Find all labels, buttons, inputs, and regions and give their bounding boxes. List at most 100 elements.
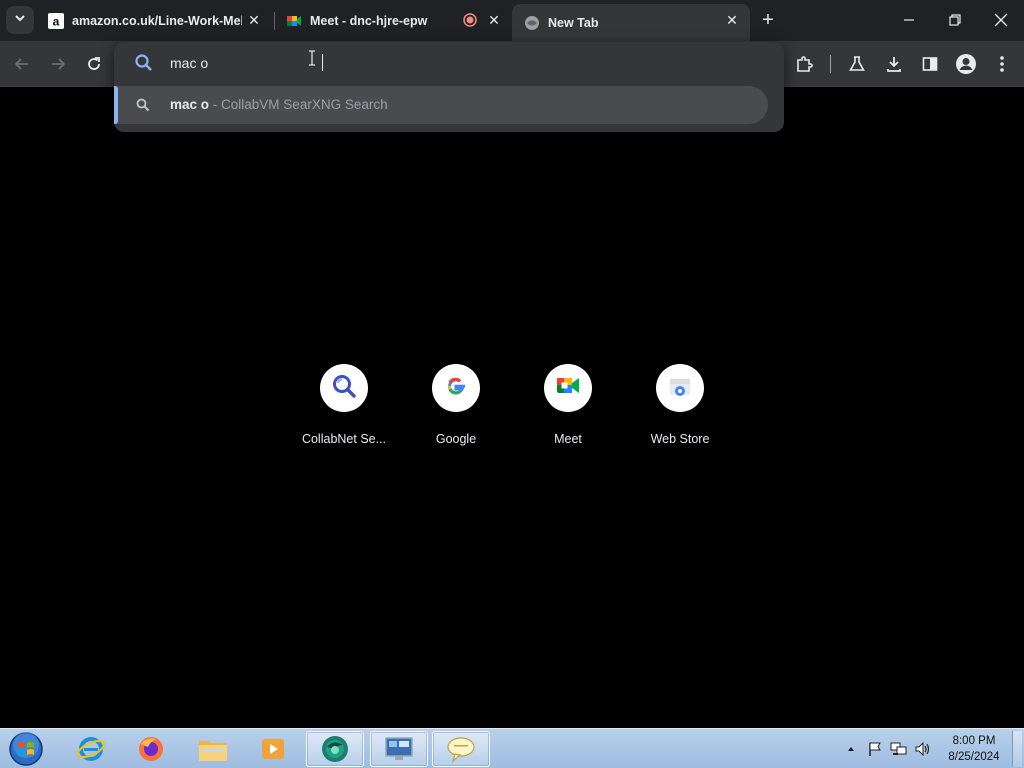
taskbar: 8:00 PM 8/25/2024 bbox=[0, 728, 1024, 768]
omnibox-suggestion[interactable]: mac o - CollabVM SearXNG Search bbox=[114, 86, 768, 124]
taskbar-clock[interactable]: 8:00 PM 8/25/2024 bbox=[940, 733, 1008, 765]
omnibox-dropdown: mac o - CollabVM SearXNG Search bbox=[114, 42, 784, 132]
webstore-icon bbox=[668, 375, 692, 402]
more-vert-icon bbox=[1000, 56, 1004, 72]
shortcut-label: Meet bbox=[554, 432, 582, 446]
start-button[interactable] bbox=[6, 730, 46, 768]
chrome-icon bbox=[322, 736, 348, 762]
labs-button[interactable] bbox=[843, 50, 871, 78]
folder-icon bbox=[199, 741, 227, 761]
selection-indicator bbox=[114, 86, 118, 124]
extensions-button[interactable] bbox=[790, 50, 818, 78]
taskbar-firefox[interactable] bbox=[122, 731, 180, 767]
tab-separator bbox=[274, 12, 275, 30]
shortcut-tile bbox=[656, 364, 704, 412]
shortcut-tile bbox=[432, 364, 480, 412]
address-bar-input[interactable] bbox=[170, 53, 730, 73]
tray-expand-button[interactable] bbox=[842, 740, 860, 758]
reload-icon bbox=[88, 57, 100, 70]
shortcuts-grid: CollabNet Se... Google Meet Web Store bbox=[0, 360, 1024, 460]
system-tray bbox=[842, 729, 938, 768]
shortcut-meet[interactable]: Meet bbox=[512, 360, 624, 456]
puzzle-icon bbox=[797, 56, 813, 72]
tab-meet[interactable]: Meet - dnc-hjre-epw ✕ bbox=[278, 0, 508, 41]
arrow-left-icon bbox=[14, 58, 28, 70]
shortcut-tile bbox=[320, 364, 368, 412]
close-icon bbox=[994, 13, 1008, 27]
internet-explorer-icon bbox=[77, 737, 105, 761]
forward-button[interactable] bbox=[44, 50, 72, 78]
close-window-button[interactable] bbox=[978, 0, 1024, 40]
minimize-button[interactable] bbox=[886, 0, 932, 40]
tab-amazon[interactable]: a amazon.co.uk/Line-Work-Melv ✕ bbox=[40, 0, 272, 41]
side-panel-button[interactable] bbox=[916, 50, 944, 78]
taskbar-chrome[interactable] bbox=[306, 731, 364, 767]
search-icon bbox=[136, 98, 150, 112]
windows-logo-icon bbox=[9, 732, 43, 766]
avatar-icon bbox=[956, 54, 976, 74]
arrow-right-icon bbox=[52, 58, 66, 70]
firefox-icon bbox=[139, 737, 163, 761]
globe-icon bbox=[524, 15, 540, 31]
shortcut-collabnet[interactable]: CollabNet Se... bbox=[288, 360, 400, 456]
minimize-icon bbox=[904, 19, 914, 21]
taskbar-media-player[interactable] bbox=[244, 731, 302, 767]
search-icon bbox=[331, 373, 357, 404]
tab-close-button[interactable]: ✕ bbox=[486, 12, 502, 28]
omnibox[interactable] bbox=[114, 42, 784, 84]
volume-button[interactable] bbox=[914, 740, 932, 758]
plus-icon: + bbox=[762, 8, 774, 31]
suggestion-engine: CollabVM SearXNG Search bbox=[221, 97, 388, 112]
tab-new-tab[interactable]: New Tab ✕ bbox=[512, 4, 750, 41]
action-center-button[interactable] bbox=[866, 740, 884, 758]
tab-title: New Tab bbox=[548, 15, 599, 30]
suggestion-separator: - bbox=[209, 97, 222, 112]
downloads-button[interactable] bbox=[880, 50, 908, 78]
toolbar-separator bbox=[830, 55, 831, 73]
chevron-up-icon bbox=[848, 747, 854, 751]
tab-title: amazon.co.uk/Line-Work-Melv bbox=[72, 13, 242, 28]
tab-close-button[interactable]: ✕ bbox=[724, 12, 740, 28]
taskbar-remote-desktop[interactable] bbox=[370, 731, 428, 767]
browser-window: a amazon.co.uk/Line-Work-Melv ✕ Meet - d… bbox=[0, 0, 1024, 768]
download-icon bbox=[887, 57, 901, 72]
new-tab-button[interactable]: + bbox=[756, 8, 780, 32]
taskbar-internet-explorer[interactable] bbox=[62, 731, 120, 767]
flag-icon bbox=[869, 742, 881, 756]
shortcut-google[interactable]: Google bbox=[400, 360, 512, 456]
monitor-icon bbox=[385, 737, 413, 760]
side-panel-icon bbox=[922, 57, 938, 71]
tab-close-button[interactable]: ✕ bbox=[246, 12, 262, 28]
shortcut-web-store[interactable]: Web Store bbox=[624, 360, 736, 456]
show-desktop-button[interactable] bbox=[1012, 731, 1022, 767]
menu-button[interactable] bbox=[988, 50, 1016, 78]
taskbar-messenger[interactable] bbox=[432, 731, 490, 767]
flask-icon bbox=[849, 56, 865, 71]
restore-button[interactable] bbox=[932, 0, 978, 40]
suggestion-text: mac o - CollabVM SearXNG Search bbox=[170, 97, 388, 112]
taskbar-file-explorer[interactable] bbox=[184, 731, 242, 767]
clock-time: 8:00 PM bbox=[952, 735, 996, 747]
network-button[interactable] bbox=[890, 740, 908, 758]
search-icon bbox=[134, 53, 154, 73]
recording-indicator-icon bbox=[462, 12, 478, 28]
amazon-icon: a bbox=[48, 12, 64, 29]
google-icon bbox=[445, 375, 467, 402]
shortcut-tile bbox=[544, 364, 592, 412]
tab-title: Meet - dnc-hjre-epw bbox=[310, 13, 428, 28]
restore-icon bbox=[949, 14, 961, 26]
svg-text:a: a bbox=[53, 14, 60, 28]
media-player-icon bbox=[262, 739, 284, 759]
chat-bubble-icon bbox=[447, 737, 475, 763]
tab-search-button[interactable] bbox=[6, 6, 34, 34]
profile-button[interactable] bbox=[952, 50, 980, 78]
chevron-down-icon bbox=[14, 11, 26, 29]
meet-icon bbox=[555, 375, 581, 402]
reload-button[interactable] bbox=[80, 50, 108, 78]
ibeam-cursor-icon bbox=[307, 50, 317, 66]
meet-icon bbox=[286, 13, 302, 29]
text-caret bbox=[322, 54, 323, 71]
tab-strip: a amazon.co.uk/Line-Work-Melv ✕ Meet - d… bbox=[0, 0, 1024, 41]
shortcut-label: Web Store bbox=[650, 432, 710, 446]
back-button[interactable] bbox=[8, 50, 36, 78]
